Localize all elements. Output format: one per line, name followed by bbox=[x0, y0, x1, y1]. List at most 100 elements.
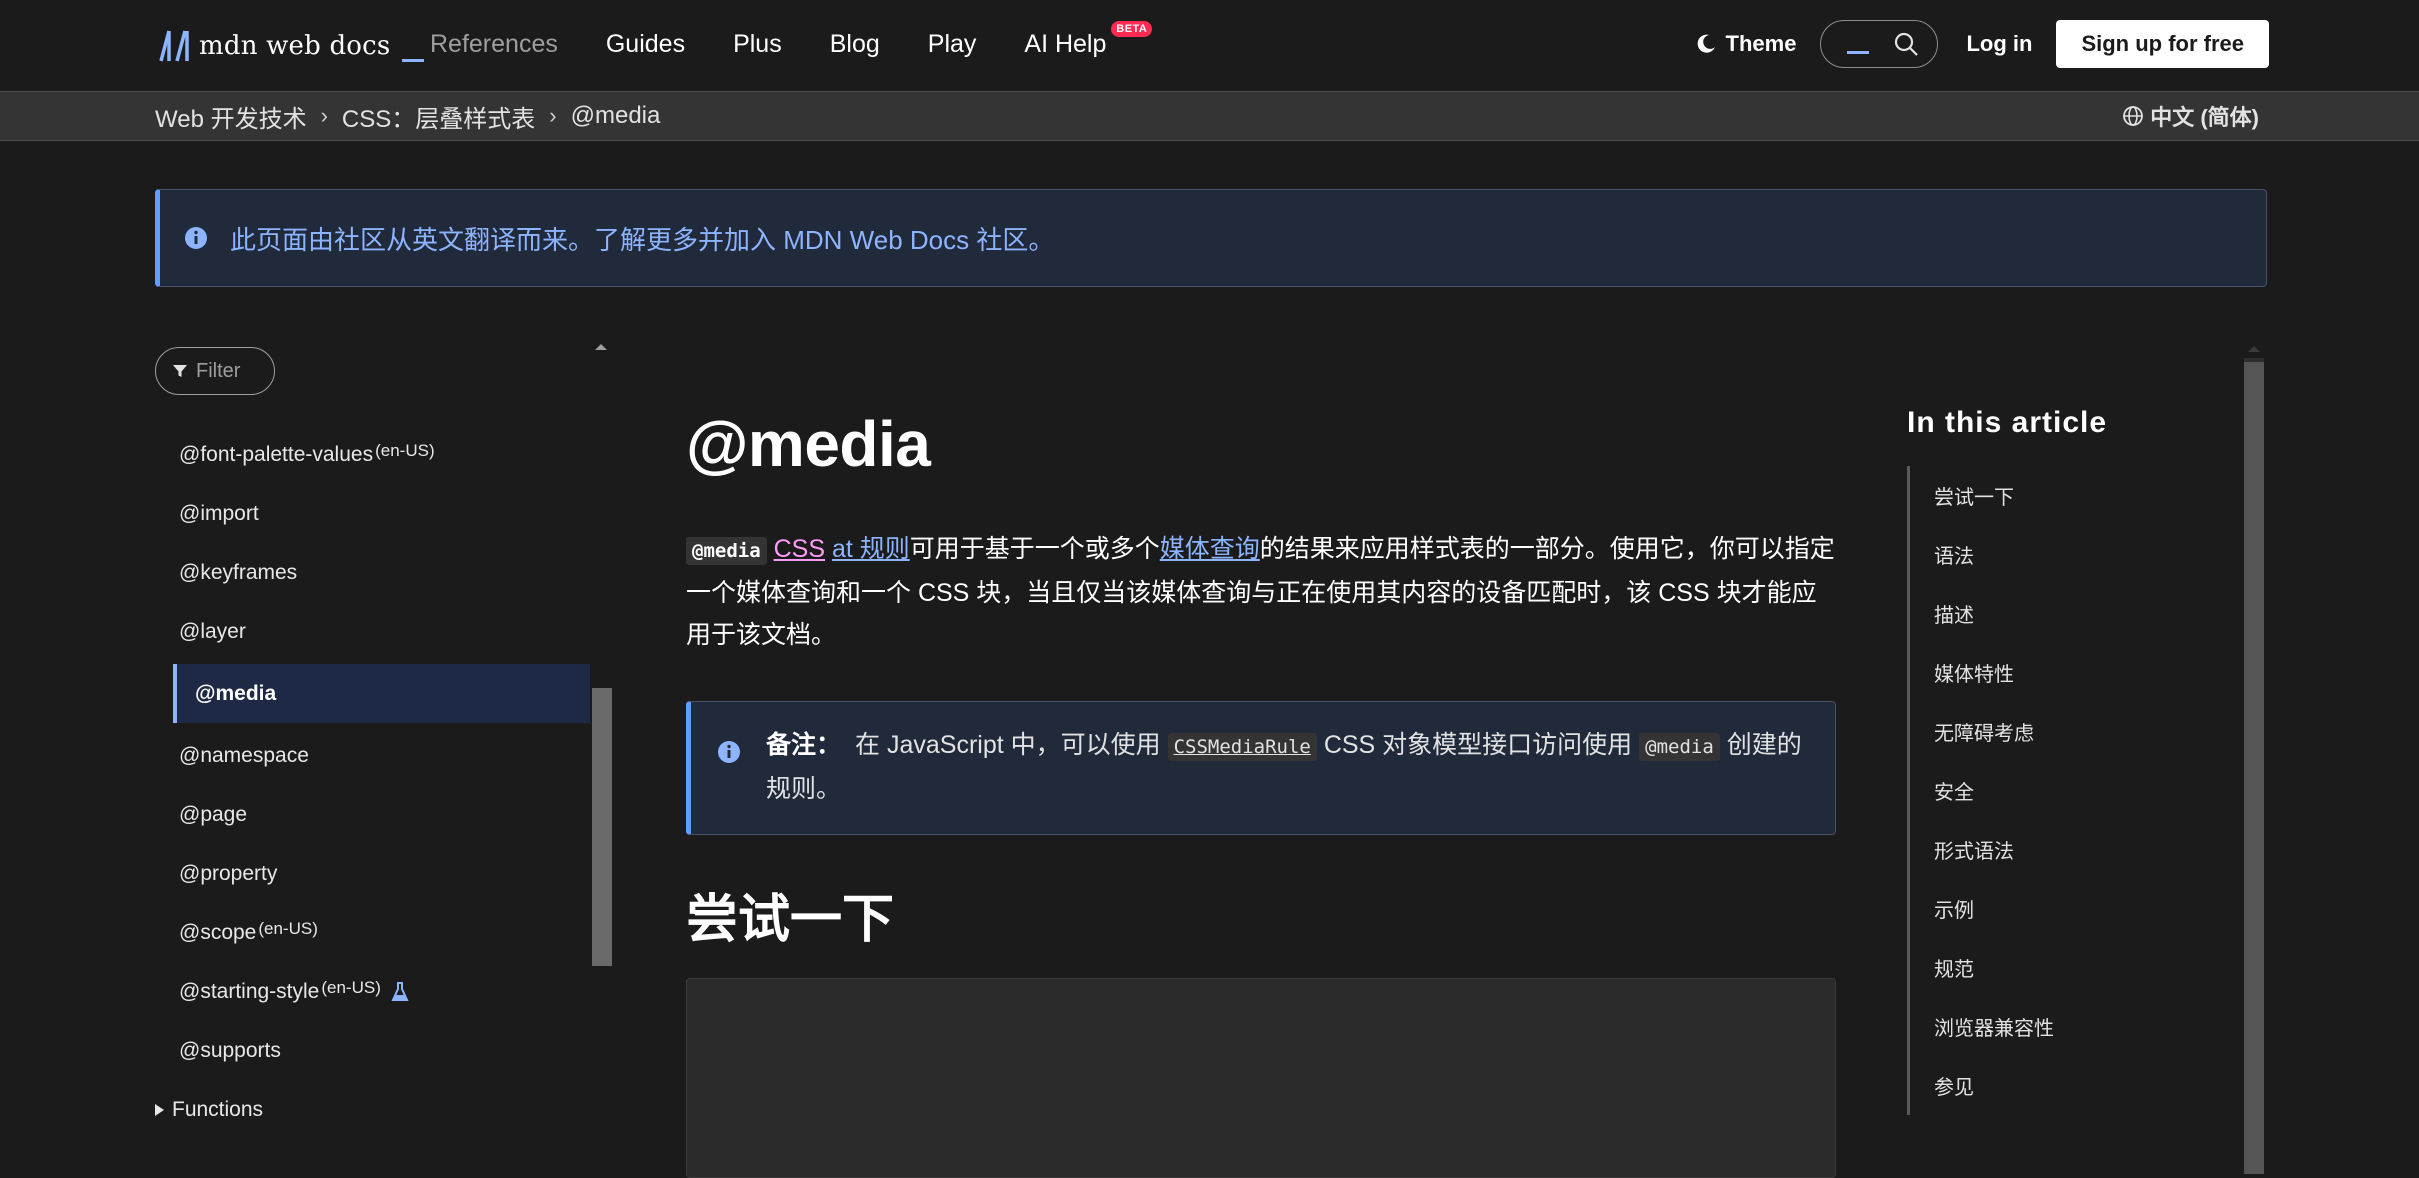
breadcrumb: Web 开发技术 › CSS：层叠样式表 › @media bbox=[155, 92, 660, 140]
sidebar-group-functions[interactable]: Functions bbox=[155, 1080, 590, 1139]
search-input[interactable] bbox=[1820, 20, 1939, 68]
sidebar-item-label: @font-palette-values bbox=[179, 442, 374, 466]
sidebar-item-locale: (en-US) bbox=[321, 977, 381, 997]
sidebar-item-starting-style[interactable]: @starting-style (en-US) bbox=[155, 962, 590, 1021]
nav-references[interactable]: References bbox=[430, 30, 558, 59]
sidebar-item-namespace[interactable]: @namespace bbox=[155, 726, 590, 785]
sidebar-item-property[interactable]: @property bbox=[155, 844, 590, 903]
sidebar-item-locale: (en-US) bbox=[375, 440, 435, 460]
info-icon bbox=[718, 741, 740, 763]
sidebar-item-label: @namespace bbox=[179, 743, 309, 767]
inline-code: @media bbox=[1639, 733, 1720, 761]
toc-item[interactable]: 形式语法 bbox=[1910, 820, 2237, 879]
globe-icon bbox=[2123, 106, 2144, 126]
link-media-queries[interactable]: 媒体查询 bbox=[1160, 535, 1260, 563]
breadcrumb-web-tech[interactable]: Web 开发技术 bbox=[155, 99, 307, 134]
sidebar-item-label: @property bbox=[179, 861, 278, 885]
moon-icon bbox=[1697, 34, 1715, 53]
breadcrumb-separator: › bbox=[320, 103, 328, 128]
breadcrumb-media[interactable]: @media bbox=[571, 102, 661, 130]
sidebar-item-keyframes[interactable]: @keyframes bbox=[155, 543, 590, 602]
search-cursor bbox=[1847, 50, 1870, 54]
nav-plus[interactable]: Plus bbox=[733, 30, 782, 59]
note-callout: 备注： 在 JavaScript 中，可以使用 CSSMediaRule CSS … bbox=[686, 701, 1836, 835]
sidebar-item-label: @page bbox=[179, 802, 248, 826]
sidebar-item-layer[interactable]: @layer bbox=[155, 602, 590, 661]
link-css[interactable]: CSS bbox=[774, 535, 825, 563]
caret-right-icon bbox=[155, 1103, 164, 1116]
page-title: @media bbox=[686, 408, 931, 480]
theme-label: Theme bbox=[1725, 31, 1797, 56]
logo-cursor bbox=[402, 59, 425, 62]
beta-badge: BETA bbox=[1111, 20, 1153, 37]
toc-item[interactable]: 尝试一下 bbox=[1910, 466, 2237, 525]
sidebar-item-import[interactable]: @import bbox=[155, 484, 590, 543]
sidebar-scrollbar-thumb[interactable] bbox=[592, 688, 612, 966]
nav-ai-help-label: AI Help bbox=[1024, 29, 1107, 58]
sidebar: Filter @font-palette-values (en-US) @impo… bbox=[155, 340, 615, 1174]
main-menu: References Guides Plus Blog Play AI Help… bbox=[430, 0, 1153, 88]
toc-item[interactable]: 规范 bbox=[1910, 938, 2237, 997]
language-switcher[interactable]: 中文 (简体) bbox=[2122, 92, 2259, 140]
filter-placeholder: Filter bbox=[196, 359, 241, 382]
sidebar-item-label: @starting-style bbox=[179, 979, 320, 1003]
nav-ai-help[interactable]: AI Help BETA bbox=[1024, 20, 1153, 59]
note-text-part: 在 JavaScript 中，可以使用 bbox=[855, 731, 1161, 759]
page-scrollbar-thumb[interactable] bbox=[2244, 362, 2264, 1174]
note-text-part: CSS 对象模型接口访问使用 bbox=[1323, 731, 1633, 759]
sidebar-item-label: @keyframes bbox=[179, 560, 298, 584]
filter-icon bbox=[173, 365, 187, 377]
breadcrumb-css[interactable]: CSS：层叠样式表 bbox=[342, 99, 535, 134]
header-tools: Theme Log in Sign up for free bbox=[1694, 0, 2269, 88]
note-text: 备注： 在 JavaScript 中，可以使用 CSSMediaRule CSS … bbox=[766, 724, 1816, 810]
toc-item[interactable]: 参见 bbox=[1910, 1056, 2237, 1115]
sidebar-item-label: @media bbox=[195, 681, 277, 705]
toc-item[interactable]: 无障碍考虑 bbox=[1910, 702, 2237, 761]
sidebar-item-page[interactable]: @page bbox=[155, 785, 590, 844]
search-icon bbox=[1895, 32, 1919, 56]
mdn-logo[interactable]: mdn web docs bbox=[155, 24, 425, 68]
sidebar-item-media[interactable]: @media bbox=[173, 664, 590, 723]
sidebar-group-label: Functions bbox=[172, 1097, 264, 1121]
link-at-rule[interactable]: at 规则 bbox=[832, 535, 910, 563]
sidebar-item-label: @supports bbox=[179, 1038, 281, 1062]
signup-button[interactable]: Sign up for free bbox=[2056, 20, 2269, 68]
inline-code: @media bbox=[686, 537, 767, 565]
toc-item[interactable]: 语法 bbox=[1910, 525, 2237, 584]
nav-guides[interactable]: Guides bbox=[606, 30, 685, 59]
sidebar-item-scope[interactable]: @scope (en-US) bbox=[155, 903, 590, 962]
breadcrumb-bar: Web 开发技术 › CSS：层叠样式表 › @media 中文 (简体) bbox=[0, 91, 2419, 141]
top-navigation: mdn web docs References Guides Plus Blog… bbox=[0, 0, 2419, 91]
sidebar-item-label: @import bbox=[179, 501, 259, 525]
theme-button[interactable]: Theme bbox=[1694, 31, 1797, 57]
sidebar-filter-input[interactable]: Filter bbox=[155, 347, 275, 395]
note-label: 备注： bbox=[766, 731, 842, 759]
login-link[interactable]: Log in bbox=[1966, 31, 2032, 57]
sidebar-scroll-up-arrow[interactable] bbox=[595, 344, 607, 350]
toc-title: In this article bbox=[1907, 406, 2108, 439]
section-heading-try-it: 尝试一下 bbox=[686, 891, 895, 949]
breadcrumb-separator: › bbox=[549, 103, 557, 128]
language-label: 中文 (简体) bbox=[2150, 105, 2259, 130]
toc-item[interactable]: 媒体特性 bbox=[1910, 643, 2237, 702]
page-scroll-up-arrow[interactable] bbox=[2248, 346, 2260, 352]
toc-item[interactable]: 描述 bbox=[1910, 584, 2237, 643]
sidebar-item-label: @scope bbox=[179, 920, 257, 944]
info-icon bbox=[185, 227, 207, 249]
toc-item[interactable]: 浏览器兼容性 bbox=[1910, 997, 2237, 1056]
translation-notice: 此页面由社区从英文翻译而来。了解更多并加入 MDN Web Docs 社区。 bbox=[155, 189, 2267, 287]
notice-text[interactable]: 此页面由社区从英文翻译而来。了解更多并加入 MDN Web Docs 社区。 bbox=[230, 220, 1054, 257]
toc-item[interactable]: 示例 bbox=[1910, 879, 2237, 938]
link-cssmediarule[interactable]: CSSMediaRule bbox=[1167, 733, 1317, 761]
nav-blog[interactable]: Blog bbox=[830, 30, 880, 59]
nav-play[interactable]: Play bbox=[928, 30, 977, 59]
interactive-example-frame[interactable] bbox=[686, 978, 1836, 1178]
sidebar-item-supports[interactable]: @supports bbox=[155, 1021, 590, 1080]
toc-list: 尝试一下 语法 描述 媒体特性 无障碍考虑 安全 形式语法 示例 规范 浏览器兼… bbox=[1907, 466, 2237, 1115]
toc-item[interactable]: 安全 bbox=[1910, 761, 2237, 820]
sidebar-item-locale: (en-US) bbox=[258, 918, 318, 938]
intro-text: 可用于基于一个或多个 bbox=[909, 535, 1160, 563]
experimental-flask-icon bbox=[391, 981, 409, 1001]
sidebar-list: @font-palette-values (en-US) @import @key… bbox=[155, 425, 590, 1139]
sidebar-item-font-palette-values[interactable]: @font-palette-values (en-US) bbox=[155, 425, 590, 484]
